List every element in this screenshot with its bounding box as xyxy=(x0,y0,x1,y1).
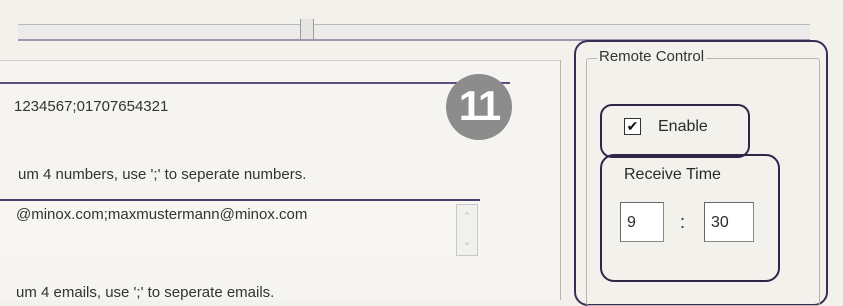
phone-hint-text: um 4 numbers, use ';' to seperate number… xyxy=(18,166,307,183)
scroll-down-icon[interactable]: ⌄ xyxy=(457,230,477,255)
minute-input[interactable]: 30 xyxy=(704,202,754,242)
remote-control-legend: Remote Control xyxy=(597,48,707,65)
splitter-grip[interactable] xyxy=(300,19,314,39)
hour-input[interactable]: 9 xyxy=(620,202,664,242)
email-field[interactable]: @minox.com;maxmustermann@minox.com xyxy=(16,206,307,223)
scroll-up-icon[interactable]: ⌃ xyxy=(457,205,477,230)
email-scroll-spinner[interactable]: ⌃ ⌄ xyxy=(456,204,478,256)
time-separator: : xyxy=(680,212,686,232)
receive-time-label: Receive Time xyxy=(624,166,721,183)
enable-checkbox[interactable]: ✔ xyxy=(624,118,641,135)
divider xyxy=(0,82,510,84)
phone-numbers-field[interactable]: 1234567;01707654321 xyxy=(14,98,168,115)
top-splitter-bar[interactable] xyxy=(18,19,810,41)
step-badge: 11 xyxy=(446,74,512,140)
enable-label: Enable xyxy=(658,118,708,135)
email-hint-text: um 4 emails, use ';' to seperate emails. xyxy=(16,284,275,301)
